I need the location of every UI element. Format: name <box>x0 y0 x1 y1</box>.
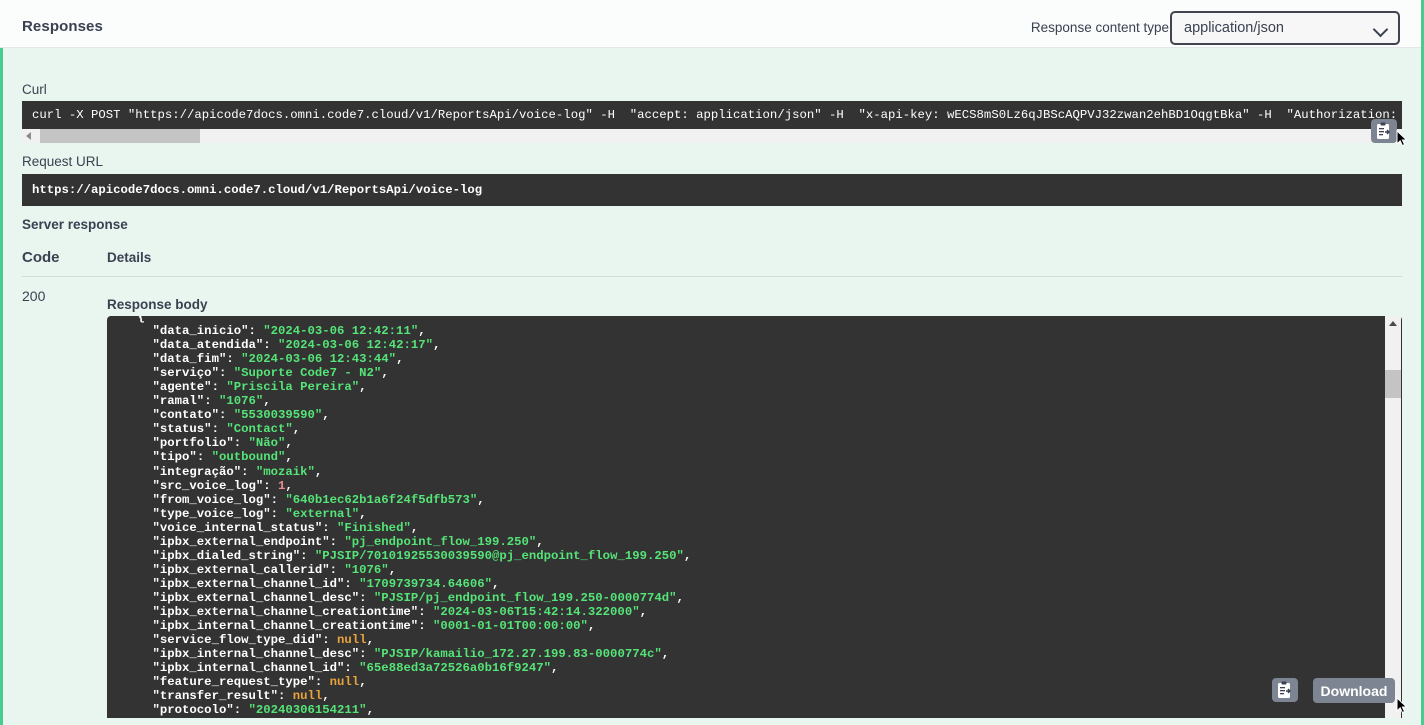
response-status-code: 200 <box>22 288 46 304</box>
request-url-label: Request URL <box>22 154 104 169</box>
chevron-down-icon <box>1372 21 1389 38</box>
scrollbar-thumb[interactable] <box>1385 370 1401 398</box>
table-header-code: Code <box>22 249 60 266</box>
response-body-vertical-scrollbar[interactable] <box>1385 316 1401 718</box>
download-button[interactable]: Download <box>1313 678 1395 703</box>
copy-curl-button[interactable] <box>1371 119 1397 143</box>
curl-command-text: curl -X POST "https://apicode7docs.omni.… <box>32 108 1398 122</box>
copy-icon <box>1278 681 1291 698</box>
panel-left-accent-rail <box>0 48 3 725</box>
page-title: Responses <box>22 18 103 35</box>
table-header-divider <box>22 276 1402 277</box>
copy-response-button[interactable] <box>1272 678 1298 702</box>
mouse-cursor-icon <box>1396 697 1408 714</box>
request-url-text: https://apicode7docs.omni.code7.cloud/v1… <box>32 183 483 197</box>
response-body-json: { "data_inicio": "2024-03-06 12:42:11", … <box>137 316 692 718</box>
curl-horizontal-scrollbar[interactable] <box>22 129 1402 143</box>
response-content-type-select[interactable]: application/json <box>1170 11 1400 45</box>
copy-icon <box>1377 122 1390 139</box>
response-content-type-value: application/json <box>1184 20 1284 36</box>
table-header-details: Details <box>107 250 152 265</box>
response-content-type-label: Response content type <box>1030 20 1169 35</box>
responses-header: Responses Response content type applicat… <box>0 0 1424 48</box>
curl-command-block[interactable]: curl -X POST "https://apicode7docs.omni.… <box>22 101 1402 129</box>
scroll-left-arrow-icon[interactable] <box>26 132 31 140</box>
curl-label: Curl <box>22 82 47 97</box>
server-response-label: Server response <box>22 217 128 232</box>
response-body-block[interactable]: { "data_inicio": "2024-03-06 12:42:11", … <box>107 316 1402 718</box>
scroll-up-arrow-icon[interactable] <box>1389 321 1397 326</box>
response-body-label: Response body <box>107 297 208 312</box>
mouse-cursor-icon <box>1396 130 1408 147</box>
request-url-block: https://apicode7docs.omni.code7.cloud/v1… <box>22 174 1402 206</box>
scrollbar-thumb[interactable] <box>40 129 200 143</box>
